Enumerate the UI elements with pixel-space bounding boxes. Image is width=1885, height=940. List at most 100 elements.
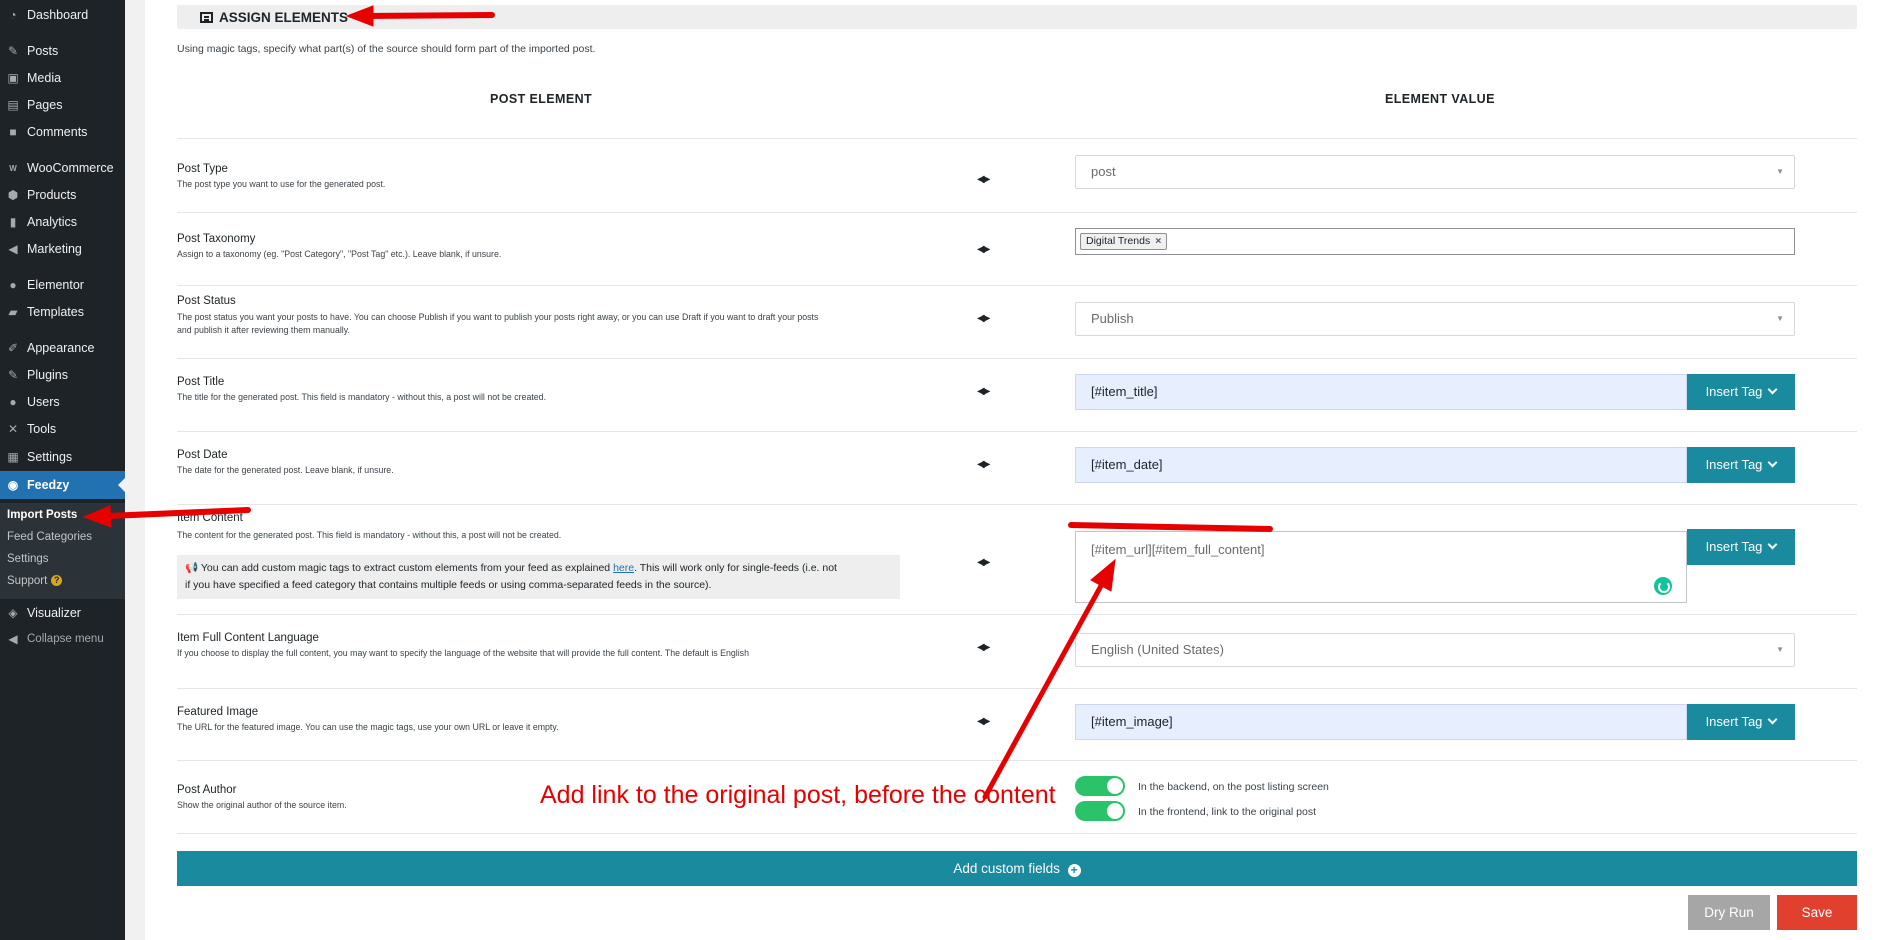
insert-tag-button[interactable]: Insert Tag	[1687, 374, 1795, 410]
sidebar-item-comments[interactable]: ■ Comments	[0, 120, 125, 144]
post-status-value: Publish	[1091, 311, 1134, 326]
post-type-label: Post Type	[177, 163, 228, 175]
insert-tag-button[interactable]: Insert Tag	[1687, 704, 1795, 740]
submenu-item-label: Support	[7, 575, 48, 587]
frontend-author-toggle[interactable]	[1075, 801, 1125, 821]
post-type-value: post	[1091, 164, 1116, 179]
sidebar-item-settings[interactable]: ▦ Settings	[0, 445, 125, 469]
note-text-before: You can add custom magic tags to extract…	[200, 562, 614, 574]
post-author-desc: Show the original author of the source i…	[177, 800, 347, 810]
section-header: ASSIGN ELEMENTS	[177, 5, 1857, 29]
insert-tag-button[interactable]: Insert Tag	[1687, 447, 1795, 483]
sidebar-item-appearance[interactable]: ✐ Appearance	[0, 336, 125, 360]
post-taxonomy-input[interactable]: Digital Trends ×	[1075, 228, 1795, 255]
post-title-desc: The title for the generated post. This f…	[177, 392, 547, 402]
submenu-item-import-posts[interactable]: Import Posts	[7, 509, 77, 521]
sidebar-item-label: Elementor	[27, 278, 84, 292]
insert-tag-label: Insert Tag	[1705, 714, 1763, 729]
post-title-input[interactable]: [#item_title]	[1075, 374, 1687, 410]
sidebar-item-elementor[interactable]: ● Elementor	[0, 273, 125, 297]
map-arrows-icon: ◀▶	[977, 386, 990, 397]
chart-icon: ◈	[8, 606, 18, 620]
feedzy-submenu: Import Posts Feed Categories Settings Su…	[0, 503, 125, 599]
here-link[interactable]: here	[613, 562, 634, 574]
section-intro: Using magic tags, specify what part(s) o…	[177, 43, 596, 55]
submenu-item-settings[interactable]: Settings	[7, 553, 49, 565]
sidebar-item-templates[interactable]: ▰ Templates	[0, 300, 125, 324]
sidebar-item-label: Posts	[27, 44, 59, 58]
add-custom-fields-button[interactable]: Add custom fields +	[177, 851, 1857, 886]
megaphone-icon: 📢	[185, 562, 199, 574]
sidebar-item-visualizer[interactable]: ◈ Visualizer	[0, 601, 125, 625]
insert-tag-label: Insert Tag	[1705, 539, 1763, 554]
post-author-label: Post Author	[177, 784, 237, 796]
dry-run-button[interactable]: Dry Run	[1688, 895, 1770, 930]
sidebar-item-label: Settings	[27, 450, 73, 464]
post-status-select[interactable]: Publish ▼	[1075, 302, 1795, 336]
insert-tag-button[interactable]: Insert Tag	[1687, 529, 1795, 565]
sidebar-item-posts[interactable]: ✎ Posts	[0, 39, 125, 63]
taxonomy-chip: Digital Trends ×	[1080, 233, 1168, 250]
backend-author-toggle[interactable]	[1075, 776, 1125, 796]
featured-image-input[interactable]: [#item_image]	[1075, 704, 1687, 740]
item-content-textarea[interactable]: [#item_url][#item_full_content]	[1075, 531, 1687, 603]
chevron-down-icon	[1767, 457, 1778, 468]
collapse-menu-label: Collapse menu	[27, 633, 104, 645]
admin-sidebar: ◔ Dashboard ✎ Posts ▣ Media ▤ Pages ■ Comment…	[0, 0, 125, 940]
box-icon: ⬢	[7, 188, 19, 202]
map-arrows-icon: ◀▶	[977, 174, 990, 185]
row-divider	[177, 138, 1857, 139]
full-content-language-select[interactable]: English (United States) ▼	[1075, 633, 1795, 667]
collapse-menu-button[interactable]: ◀ Collapse menu	[0, 627, 125, 651]
woocommerce-icon: W	[9, 163, 17, 173]
item-content-label: Item Content	[177, 512, 243, 524]
row-divider	[177, 285, 1857, 286]
post-type-select[interactable]: post ▼	[1075, 155, 1795, 189]
full-content-language-desc: If you choose to display the full conten…	[177, 648, 749, 658]
media-icon: ▣	[7, 71, 19, 85]
map-arrows-icon: ◀▶	[977, 459, 990, 470]
document-icon	[200, 12, 213, 23]
chip-remove-icon[interactable]: ×	[1155, 235, 1161, 247]
chevron-down-icon	[1767, 539, 1778, 550]
sidebar-item-label: Products	[27, 188, 77, 202]
main-panel: ASSIGN ELEMENTS Using magic tags, specif…	[145, 0, 1885, 940]
section-title-text: ASSIGN ELEMENTS	[219, 10, 349, 25]
sidebar-item-feedzy[interactable]: ◉ Feedzy	[0, 471, 125, 499]
sidebar-item-tools[interactable]: ✕ Tools	[0, 417, 125, 441]
sliders-icon: ▦	[7, 450, 19, 464]
dropdown-caret-icon: ▼	[1776, 314, 1784, 323]
sidebar-item-label: Dashboard	[27, 8, 89, 22]
post-status-label: Post Status	[177, 295, 236, 307]
grammar-check-icon[interactable]	[1654, 577, 1672, 595]
save-button[interactable]: Save	[1777, 895, 1857, 930]
submenu-item-support[interactable]: Support?	[7, 575, 63, 587]
row-divider	[177, 688, 1857, 689]
sidebar-item-label: Tools	[27, 422, 57, 436]
sidebar-item-label: Templates	[27, 305, 84, 319]
sidebar-item-media[interactable]: ▣ Media	[0, 66, 125, 90]
sidebar-item-label: Marketing	[27, 242, 82, 256]
sidebar-item-pages[interactable]: ▤ Pages	[0, 93, 125, 117]
sidebar-item-woocommerce[interactable]: W WooCommerce	[0, 156, 125, 180]
row-divider	[177, 212, 1857, 213]
sidebar-item-analytics[interactable]: ▮ Analytics	[0, 210, 125, 234]
post-date-label: Post Date	[177, 449, 228, 461]
sidebar-item-products[interactable]: ⬢ Products	[0, 183, 125, 207]
sidebar-item-label: Appearance	[27, 341, 95, 355]
sidebar-item-marketing[interactable]: ◀ Marketing	[0, 237, 125, 261]
plug-icon: ✎	[7, 368, 19, 382]
sidebar-item-users[interactable]: ● Users	[0, 390, 125, 414]
post-title-label: Post Title	[177, 376, 225, 388]
section-title: ASSIGN ELEMENTS	[200, 10, 348, 25]
submenu-item-feed-categories[interactable]: Feed Categories	[7, 531, 92, 543]
map-arrows-icon: ◀▶	[977, 313, 990, 324]
feed-icon: ◉	[7, 478, 19, 492]
taxonomy-chip-label: Digital Trends	[1086, 235, 1151, 247]
map-arrows-icon: ◀▶	[977, 557, 990, 568]
add-custom-fields-label: Add custom fields	[953, 861, 1060, 876]
frontend-author-toggle-label: In the frontend, link to the original po…	[1138, 806, 1317, 818]
post-date-input[interactable]: [#item_date]	[1075, 447, 1687, 483]
sidebar-item-plugins[interactable]: ✎ Plugins	[0, 363, 125, 387]
sidebar-item-dashboard[interactable]: ◔ Dashboard	[0, 3, 125, 27]
